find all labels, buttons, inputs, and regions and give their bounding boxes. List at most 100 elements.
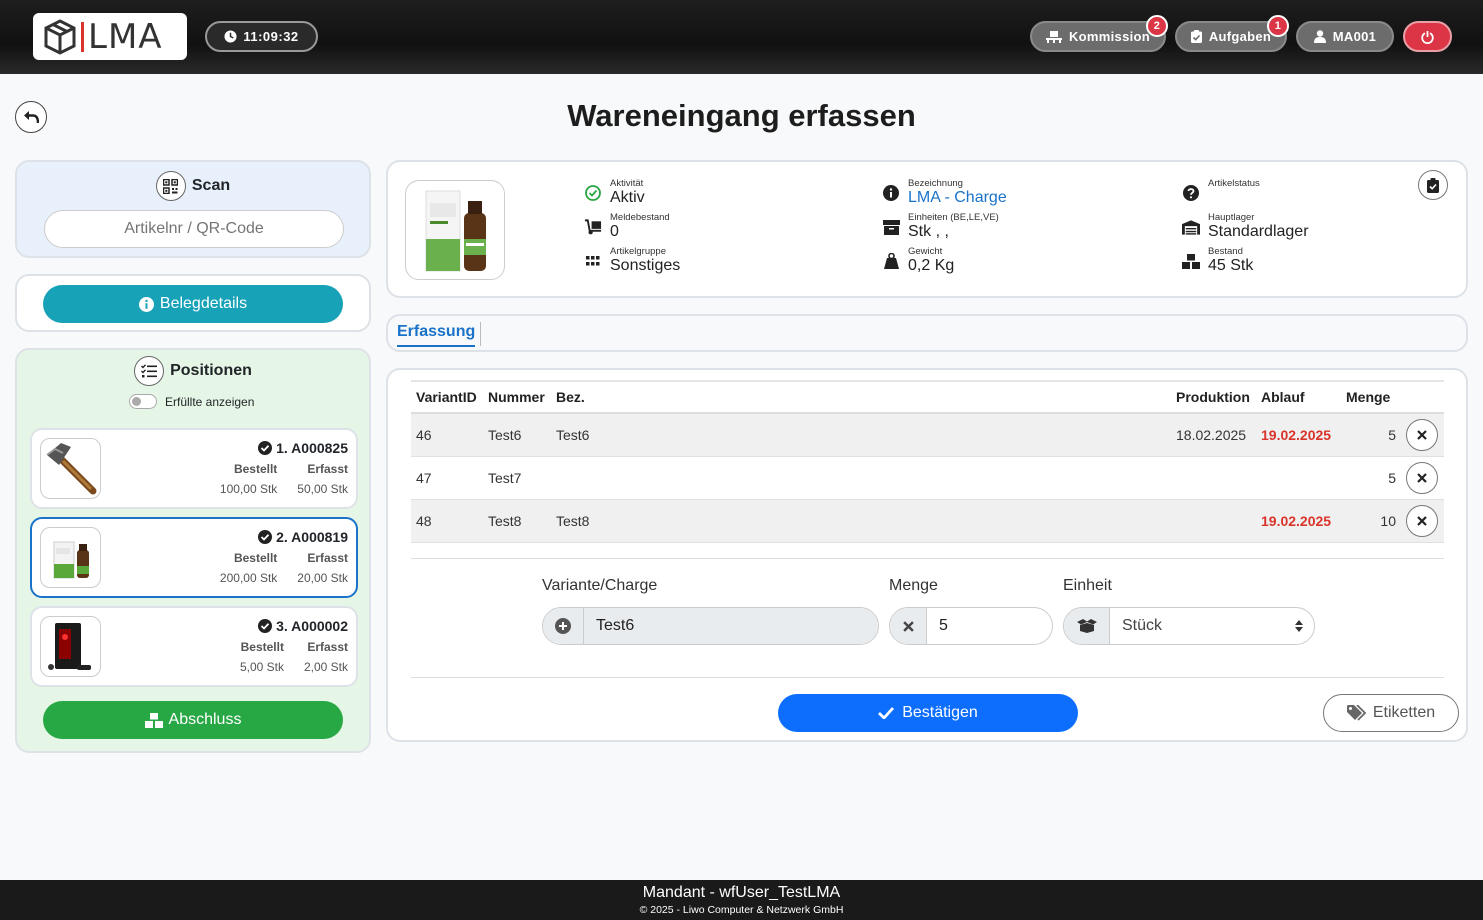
- footer-copyright: © 2025 - Liwo Computer & Netzwerk GmbH: [639, 904, 844, 916]
- divider: [411, 558, 1444, 559]
- close-icon: [902, 620, 914, 632]
- variant-table: VariantID Nummer Bez. Produktion Ablauf …: [411, 380, 1444, 543]
- bezeichnung-field: Bezeichnung LMA - Charge: [882, 178, 1007, 206]
- artikelstatus-field: Artikelstatus: [1182, 178, 1260, 202]
- cell-ablauf: 19.02.2025: [1261, 512, 1332, 529]
- einheiten-label: Einheiten (BE,LE,VE): [908, 212, 999, 223]
- scan-header: Scan: [17, 171, 369, 201]
- hauptlager-field: Hauptlager Standardlager: [1182, 212, 1309, 240]
- add-variant-button[interactable]: [543, 608, 584, 644]
- check-icon: [878, 707, 895, 719]
- weight-icon: [882, 252, 900, 270]
- erfasst-value: 2,00 Stk: [303, 660, 348, 674]
- abschluss-label: Abschluss: [168, 711, 242, 728]
- abschluss-button[interactable]: Abschluss: [43, 701, 343, 739]
- artikelgruppe-field: Artikelgruppe Sonstiges: [584, 246, 680, 274]
- bestellt-value: 200,00 Stk: [219, 571, 278, 585]
- gewicht-field: Gewicht 0,2 Kg: [882, 246, 954, 274]
- cell-menge: 10: [1380, 512, 1396, 529]
- position-item[interactable]: 2. A000819 Bestellt 200,00 Stk Erfasst 20,…: [30, 517, 358, 598]
- qr-code-icon: [155, 171, 186, 201]
- einheiten-field: Einheiten (BE,LE,VE) Stk , ,: [882, 212, 999, 240]
- menge-input[interactable]: 5: [927, 608, 1052, 644]
- box-open-icon: [1064, 608, 1110, 644]
- bestellt-value: 100,00 Stk: [219, 482, 278, 496]
- position-number: 3. A000002: [276, 618, 348, 634]
- einheiten-value: Stk , ,: [908, 223, 949, 240]
- pallet-icon: [1045, 31, 1062, 43]
- position-title: 1. A000825: [258, 440, 348, 456]
- bestand-field: Bestand 45 Stk: [1182, 246, 1253, 274]
- aufgaben-label: Aufgaben: [1208, 29, 1272, 44]
- erfasst-label: Erfasst: [307, 551, 348, 565]
- etiketten-label: Etiketten: [1372, 704, 1436, 721]
- scan-input[interactable]: [44, 210, 344, 248]
- top-navbar: LMA 11:09:32 Kommission 2 Aufgaben 1 MA0…: [0, 0, 1483, 74]
- user-button[interactable]: MA001: [1296, 21, 1394, 52]
- col-ablauf[interactable]: Ablauf: [1256, 381, 1341, 413]
- position-item[interactable]: 3. A000002 Bestellt 5,00 Stk Erfasst 2,00 …: [30, 606, 358, 687]
- box-logo-icon: [44, 18, 76, 55]
- menge-label: Menge: [889, 577, 938, 594]
- position-item[interactable]: 1. A000825 Bestellt 100,00 Stk Erfasst 50,…: [30, 428, 358, 509]
- table-row[interactable]: 48 Test8 Test8 19.02.2025 10: [411, 499, 1444, 542]
- tab-erfassung[interactable]: Erfassung: [397, 323, 476, 347]
- grid-icon: [584, 252, 602, 270]
- bestaetigen-button[interactable]: Bestätigen: [778, 694, 1078, 732]
- user-label: MA001: [1332, 29, 1377, 44]
- cell-produktion: [1171, 499, 1256, 542]
- list-check-icon: [134, 356, 165, 386]
- tab-divider: [480, 322, 481, 346]
- bestellt-value: 5,00 Stk: [239, 660, 284, 674]
- belegdetails-card: Belegdetails: [15, 274, 371, 332]
- erfuellte-toggle[interactable]: [129, 394, 157, 409]
- warehouse-icon: [1182, 218, 1200, 236]
- cell-produktion: 18.02.2025: [1176, 426, 1247, 443]
- table-row[interactable]: 47 Test7 5: [411, 456, 1444, 499]
- dolly-icon: [584, 218, 602, 236]
- erfasst-label: Erfasst: [307, 462, 348, 476]
- remove-row-button[interactable]: [1406, 504, 1438, 537]
- cell-nummer: Test8: [488, 512, 522, 529]
- app-logo[interactable]: LMA: [33, 13, 187, 60]
- position-quantities: Bestellt 100,00 Stk Erfasst 50,00 Stk: [220, 462, 348, 496]
- position-number: 1. A000825: [276, 440, 348, 456]
- col-variantid[interactable]: VariantID: [411, 381, 483, 413]
- info-circle-icon: [138, 296, 154, 312]
- cell-variant: 48: [416, 512, 432, 529]
- close-icon: [1417, 515, 1427, 526]
- bestellt-label: Bestellt: [233, 462, 278, 476]
- variante-input-group: Test6: [542, 607, 879, 645]
- meldebestand-value: 0: [610, 223, 619, 240]
- einheit-select[interactable]: Stück: [1110, 608, 1284, 644]
- belegdetails-label: Belegdetails: [159, 295, 248, 312]
- col-nummer[interactable]: Nummer: [483, 381, 551, 413]
- kommission-button[interactable]: Kommission 2: [1030, 15, 1168, 52]
- bezeichnung-link[interactable]: LMA - Charge: [908, 189, 1007, 206]
- clear-menge-button[interactable]: [890, 608, 927, 644]
- clipboard-check-button[interactable]: [1418, 170, 1448, 200]
- col-menge[interactable]: Menge: [1341, 381, 1401, 413]
- cell-bez: Test6: [556, 426, 590, 443]
- footer-mandant: Mandant - wfUser_TestLMA: [642, 884, 841, 901]
- position-title: 3. A000002: [258, 618, 348, 634]
- artikelgruppe-label: Artikelgruppe: [610, 246, 666, 257]
- table-header-row: VariantID Nummer Bez. Produktion Ablauf …: [411, 381, 1444, 413]
- cell-nummer: Test7: [488, 469, 522, 486]
- aufgaben-button[interactable]: Aufgaben 1: [1175, 15, 1289, 52]
- col-bez[interactable]: Bez.: [551, 381, 1171, 413]
- cell-menge: 5: [1388, 426, 1396, 443]
- etiketten-button[interactable]: Etiketten: [1323, 694, 1459, 732]
- col-produktion[interactable]: Produktion: [1171, 381, 1256, 413]
- remove-row-button[interactable]: [1406, 461, 1438, 494]
- clipboard-check-icon: [1190, 30, 1202, 43]
- clock-time: 11:09:32: [243, 29, 299, 44]
- belegdetails-button[interactable]: Belegdetails: [43, 285, 343, 323]
- erfuellte-label: Erfüllte anzeigen: [165, 394, 255, 409]
- clipboard-check-icon: [1427, 177, 1439, 193]
- remove-row-button[interactable]: [1406, 418, 1438, 451]
- user-icon: [1313, 30, 1326, 43]
- variante-field[interactable]: Test6: [584, 608, 878, 644]
- table-row[interactable]: 46 Test6 Test6 18.02.2025 19.02.2025 5: [411, 413, 1444, 456]
- logout-button[interactable]: [1403, 21, 1452, 52]
